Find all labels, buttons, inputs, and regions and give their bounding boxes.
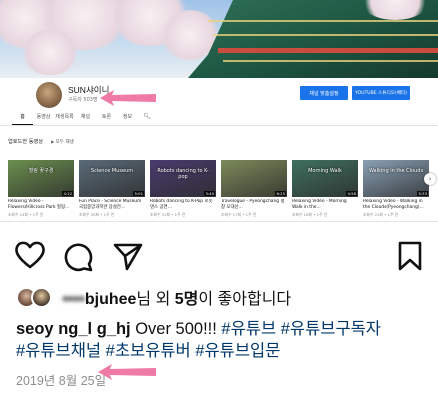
hashtags-line-1[interactable]: #유튜브 #유튜브구독자	[221, 320, 381, 338]
video-card: Science Museum 5:01 Fun Place - Science Mu…	[79, 160, 145, 218]
post-date: 2019년 8월 25일	[16, 374, 107, 388]
video-thumbnail: Morning Walk 4:58	[292, 160, 358, 197]
liker-name: bjuhee	[84, 291, 137, 308]
customize-channel-button: 채널 맞춤설정	[300, 86, 348, 100]
likes-count: 5명	[174, 291, 199, 308]
uploads-section-header: 업로드한 동영상 모두 재생	[8, 138, 74, 145]
tab-discussion: 토론	[101, 114, 112, 120]
video-title: Fun Place - Science Museum 국립중앙과학관 상설전..…	[79, 199, 142, 210]
video-title: Relaxing Video - Flowers/Hillcross Park …	[8, 199, 70, 210]
tab-channels: 채널	[80, 114, 91, 120]
video-duration: 5:01	[133, 191, 144, 196]
channel-header: SUN샤이니 구독자 503명 채널 맞춤설정 YOUTUBE 스튜디오(베타)	[0, 78, 438, 110]
video-thumbnail: Robots dancing to K-pop 3:40	[150, 160, 216, 197]
youtube-studio-button: YOUTUBE 스튜디오(베타)	[352, 86, 410, 100]
search-icon: 🔍︎	[143, 113, 151, 120]
subscriber-count: 구독자 503명	[68, 97, 98, 103]
channel-avatar	[36, 82, 62, 108]
video-meta: 조회수 16회 • 1주 전	[292, 212, 328, 217]
tab-playlists: 재생목록	[55, 114, 74, 120]
pink-arrow-annotation-bottom	[98, 364, 156, 380]
video-title: Travelogue - Pyeongchang 평창 오대산...	[221, 199, 285, 210]
video-card: 힐링 꽃구경 4:12 Relaxing Video - Flowers/Hillc…	[8, 160, 74, 218]
section-title: 업로드한 동영상	[8, 139, 44, 145]
video-card: 6:25 Travelogue - Pyeongchang 평창 오대산... 조회…	[221, 160, 287, 218]
video-duration: 6:25	[275, 191, 286, 196]
heart-icon[interactable]	[14, 240, 46, 270]
youtube-channel-screenshot: SUN샤이니 구독자 503명 채널 맞춤설정 YOUTUBE 스튜디오(베타)…	[0, 0, 438, 222]
video-duration: 4:12	[62, 191, 73, 196]
video-meta: 조회수 22회 • 1주 전	[363, 212, 399, 217]
video-meta: 조회수 31회 • 1주 전	[150, 212, 186, 217]
post-action-bar	[0, 236, 438, 276]
thumbnail-caption: Walking in the Clouds	[368, 168, 424, 174]
tab-home: 홈	[12, 110, 33, 125]
caption-username[interactable]: seoy ng_l g_hj	[16, 320, 131, 338]
video-duration: 4:58	[346, 191, 357, 196]
video-thumbnail: Science Museum 5:01	[79, 160, 145, 197]
video-meta: 조회수 30회 • 1주 전	[79, 212, 115, 217]
video-title: Relaxing Video - Morning Walk in the...	[292, 199, 347, 210]
caption-text: Over 500!!!	[130, 320, 222, 338]
post-caption: seoy ng_l g_hj Over 500!!! #유튜브 #유튜브구독자 …	[16, 318, 426, 362]
video-title: Relaxing Video - Walking in the Clouds(P…	[363, 199, 424, 210]
video-card: Walking in the Clouds 5:33 Relaxing Video …	[363, 160, 429, 218]
video-duration: 3:40	[204, 191, 215, 196]
video-meta: 조회수 17회 • 1주 전	[221, 212, 257, 217]
tab-videos: 동영상	[36, 114, 51, 120]
liker-avatar	[31, 286, 52, 308]
thumbnail-caption: 힐링 꽃구경	[28, 168, 54, 174]
hashtags-line-2[interactable]: #유튜브채널 #초보유튜버 #유튜브입문	[16, 342, 280, 360]
video-card: Morning Walk 4:58 Relaxing Video - Morning…	[292, 160, 358, 218]
share-icon[interactable]	[112, 240, 144, 272]
play-all-link: 모두 재생	[51, 139, 73, 145]
video-card: Robots dancing to K-pop 3:40 Robots dancin…	[150, 160, 216, 218]
video-thumbnail: Walking in the Clouds 5:33	[363, 160, 429, 197]
bookmark-icon[interactable]	[396, 240, 424, 272]
comment-icon[interactable]	[62, 240, 94, 272]
thumbnail-caption: Morning Walk	[308, 168, 342, 174]
likes-row: ••••bjuhee님 외 5명이 좋아합니다	[16, 286, 291, 308]
pink-arrow-annotation-top	[100, 90, 156, 106]
video-thumbnail: 힐링 꽃구경 4:12	[8, 160, 74, 197]
likes-text[interactable]: ••••bjuhee님 외 5명이 좋아합니다	[58, 285, 291, 309]
thumbnail-caption: Science Museum	[90, 168, 134, 174]
video-thumbnail: 6:25	[221, 160, 287, 197]
chevron-right-icon: ›	[424, 173, 436, 185]
tab-about: 정보	[122, 114, 133, 120]
channel-tabs: 홈 동영상 재생목록 채널 토론 정보 🔍︎	[0, 110, 438, 126]
video-title: Robots dancing to K-Pop 로봇 댄스 공연...	[150, 199, 213, 210]
thumbnail-caption: Robots dancing to K-pop	[157, 168, 209, 181]
video-meta: 조회수 24회 • 1주 전	[8, 212, 44, 217]
channel-banner	[0, 0, 438, 78]
video-duration: 5:33	[417, 191, 428, 196]
